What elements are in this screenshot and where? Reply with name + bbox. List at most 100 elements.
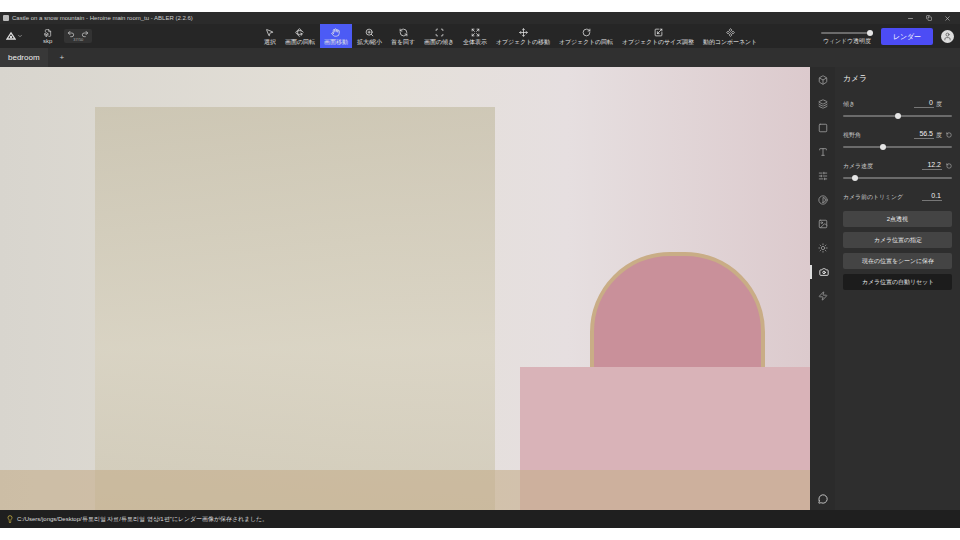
side-tab-icon xyxy=(818,123,828,133)
panel-title: カメラ xyxy=(843,73,952,85)
scene-tab[interactable]: bedroom xyxy=(0,48,48,67)
side-icon-bar xyxy=(810,67,835,510)
history-count: 37/50 xyxy=(73,38,83,42)
camera-field: 視野角56.5度 xyxy=(843,130,952,151)
minimize-icon[interactable] xyxy=(907,15,914,22)
tool-icon xyxy=(331,28,340,37)
main-area: カメラ傾き0度視野角56.5度カメラ速度12.2 カメラ前のトリミング0.1 2点透… xyxy=(0,67,960,510)
tool-button[interactable]: オブジェクトの回転 xyxy=(555,24,617,48)
side-tab[interactable] xyxy=(810,289,835,303)
camera-field: カメラ速度12.2 xyxy=(843,161,952,182)
window-transparency: ウィンドウ透明度 xyxy=(821,29,873,44)
reset-icon[interactable] xyxy=(946,163,952,169)
field-value[interactable]: 0 xyxy=(914,99,934,108)
render-screen xyxy=(95,107,495,510)
viewport-render[interactable] xyxy=(0,67,810,510)
camera-field: カメラ前のトリミング0.1 xyxy=(843,192,952,201)
tool-icon xyxy=(654,28,663,37)
slider-knob[interactable] xyxy=(895,113,901,119)
tool-icon xyxy=(582,28,591,37)
restore-icon[interactable] xyxy=(926,15,932,21)
tool-icon xyxy=(295,28,304,37)
render-floor xyxy=(0,470,810,510)
side-tab-icon xyxy=(818,291,828,301)
field-value[interactable]: 56.5 xyxy=(914,130,934,139)
user-avatar[interactable] xyxy=(941,30,954,43)
camera-button[interactable]: 2点透視 xyxy=(843,211,952,227)
field-value[interactable]: 12.2 xyxy=(922,161,942,170)
slider-knob[interactable] xyxy=(880,144,886,150)
side-tab-icon xyxy=(818,219,828,229)
slider[interactable] xyxy=(843,112,952,120)
status-bar: C:/Users/jongs/Desktop/튜토리얼 자료/튜토리얼 영상/1… xyxy=(0,510,960,528)
skp-button[interactable]: skp xyxy=(43,29,52,44)
skp-file-icon xyxy=(44,29,52,37)
tool-icon xyxy=(265,28,274,37)
tool-button[interactable]: 選択 xyxy=(260,24,280,48)
reset-icon[interactable] xyxy=(946,132,952,138)
tool-icon xyxy=(365,28,374,37)
side-tab-icon xyxy=(818,75,828,85)
camera-field: 傾き0度 xyxy=(843,99,952,120)
side-tab-icon xyxy=(818,195,828,205)
slider-track xyxy=(843,146,952,148)
logo-menu[interactable] xyxy=(6,31,23,41)
bottom-margin xyxy=(0,528,960,540)
side-tab-icon xyxy=(819,267,829,277)
tool-icon xyxy=(519,28,528,37)
tab-bar: bedroom+ xyxy=(0,48,960,67)
camera-button[interactable]: カメラ位置の自動リセット xyxy=(843,274,952,290)
field-value[interactable]: 0.1 xyxy=(922,192,942,201)
side-tab[interactable] xyxy=(810,73,835,87)
title-bar: Castle on a snow mountain - Heroine main… xyxy=(0,12,960,24)
toolbar: skp37/50選択画面の回転画面移動拡大/縮小首を回す画面の傾き全体表示オブジ… xyxy=(0,24,960,48)
side-tab[interactable] xyxy=(810,121,835,135)
camera-button[interactable]: 現在の位置をシーンに保存 xyxy=(843,253,952,269)
undo-icon[interactable] xyxy=(67,30,75,38)
tool-button[interactable]: 拡大/縮小 xyxy=(353,24,387,48)
window-title: Castle on a snow mountain - Heroine main… xyxy=(12,15,193,21)
side-tab[interactable] xyxy=(810,169,835,183)
render-headboard xyxy=(590,252,765,382)
slider-knob[interactable] xyxy=(867,30,873,36)
tool-icon xyxy=(726,28,735,37)
app-icon xyxy=(3,15,9,21)
slider[interactable] xyxy=(843,143,952,151)
camera-button[interactable]: カメラ位置の指定 xyxy=(843,232,952,248)
tool-button[interactable]: 画面の傾き xyxy=(420,24,458,48)
tool-button[interactable]: オブジェクトの移動 xyxy=(492,24,554,48)
side-tab[interactable] xyxy=(810,193,835,207)
slider[interactable] xyxy=(843,174,952,182)
side-tab[interactable] xyxy=(810,241,835,255)
status-message: C:/Users/jongs/Desktop/튜토리얼 자료/튜토리얼 영상/1… xyxy=(17,516,268,522)
tool-button[interactable]: オブジェクトのサイズ調整 xyxy=(618,24,698,48)
user-icon xyxy=(943,32,952,41)
side-tab-icon xyxy=(818,171,828,181)
tool-icon xyxy=(399,28,408,37)
lightbulb-icon xyxy=(6,515,14,523)
side-tab[interactable] xyxy=(810,97,835,111)
slider-track xyxy=(821,32,873,34)
chat-icon[interactable] xyxy=(818,494,828,504)
redo-icon[interactable] xyxy=(81,30,89,38)
tool-button[interactable]: 首を回す xyxy=(387,24,419,48)
tool-list: 選択画面の回転画面移動拡大/縮小首を回す画面の傾き全体表示オブジェクトの移動オブ… xyxy=(206,24,815,48)
tool-icon xyxy=(471,28,480,37)
side-tab[interactable] xyxy=(810,145,835,159)
side-tab[interactable] xyxy=(810,265,835,279)
tool-button[interactable]: 全体表示 xyxy=(459,24,491,48)
app: Castle on a snow mountain - Heroine main… xyxy=(0,0,960,540)
slider[interactable] xyxy=(821,29,873,37)
render-button[interactable]: レンダー xyxy=(881,28,933,45)
tool-button[interactable]: 画面の回転 xyxy=(281,24,319,48)
tool-icon xyxy=(435,28,444,37)
chevron-down-icon xyxy=(17,33,23,39)
tool-button[interactable]: 画面移動 xyxy=(320,24,352,48)
side-tab[interactable] xyxy=(810,217,835,231)
tool-button[interactable]: 動的コンポーネント xyxy=(699,24,761,48)
side-tab-icon xyxy=(818,147,828,157)
slider-knob[interactable] xyxy=(852,175,858,181)
close-icon[interactable] xyxy=(944,15,951,22)
abler-logo-icon xyxy=(6,31,16,41)
add-tab-button[interactable]: + xyxy=(48,54,77,62)
